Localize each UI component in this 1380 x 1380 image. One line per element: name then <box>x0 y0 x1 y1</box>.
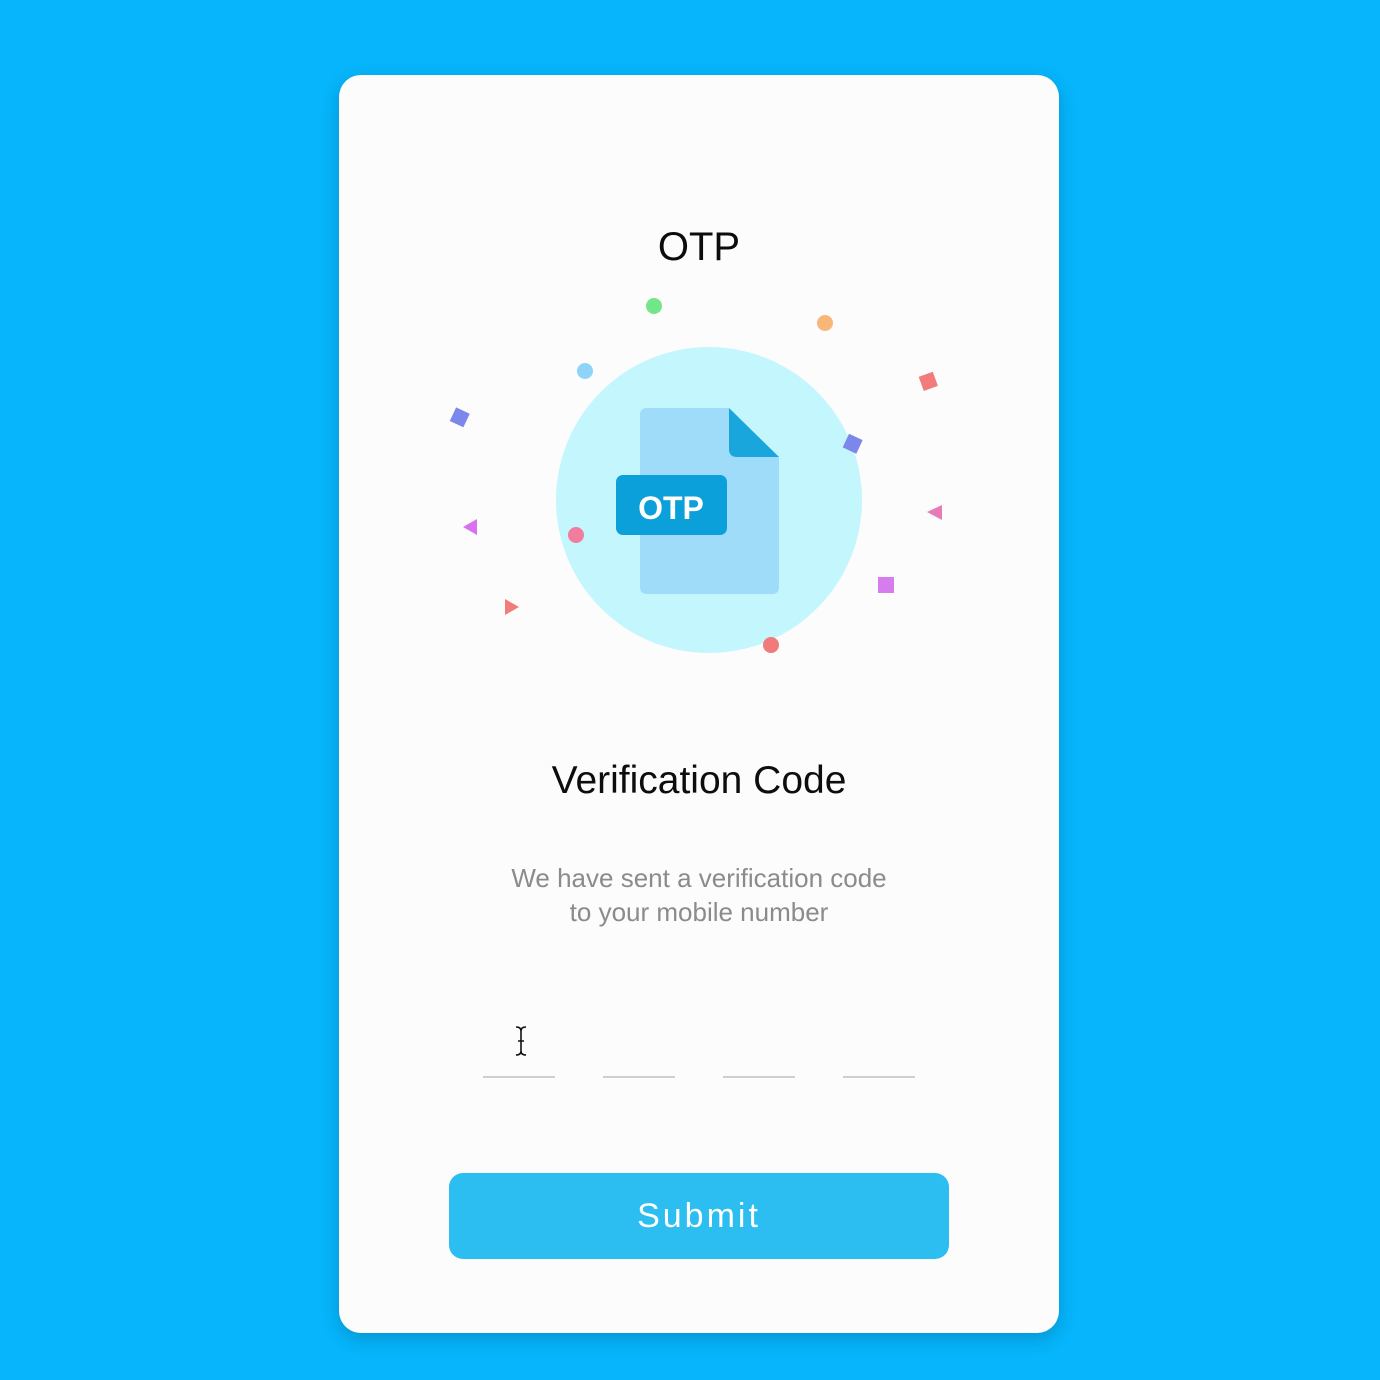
verification-description: We have sent a verification code to your… <box>489 861 909 929</box>
confetti-square <box>878 577 894 593</box>
otp-document-icon: OTP <box>616 408 779 594</box>
confetti-dot <box>568 527 584 543</box>
confetti-triangle <box>505 599 519 615</box>
description-line-2: to your mobile number <box>569 897 829 927</box>
confetti-dot <box>577 363 593 379</box>
submit-button[interactable]: Submit <box>449 1173 949 1259</box>
confetti-square <box>449 407 470 428</box>
otp-illustration: OTP <box>449 298 942 653</box>
confetti-triangle <box>927 505 942 520</box>
otp-card: OTP OTP Verification Code We have sent a… <box>339 75 1059 1333</box>
confetti-dot <box>763 637 779 653</box>
confetti-dot <box>646 298 662 314</box>
otp-digit-3-input[interactable] <box>723 1020 795 1078</box>
otp-digit-2-input[interactable] <box>603 1020 675 1078</box>
otp-digit-4-input[interactable] <box>843 1020 915 1078</box>
description-line-1: We have sent a verification code <box>511 863 887 893</box>
confetti-square <box>918 371 938 391</box>
otp-badge-label: OTP <box>638 490 704 526</box>
verification-heading: Verification Code <box>551 759 847 802</box>
confetti-triangle <box>463 519 477 535</box>
text-cursor-icon <box>515 1026 527 1056</box>
confetti-dot <box>817 315 833 331</box>
